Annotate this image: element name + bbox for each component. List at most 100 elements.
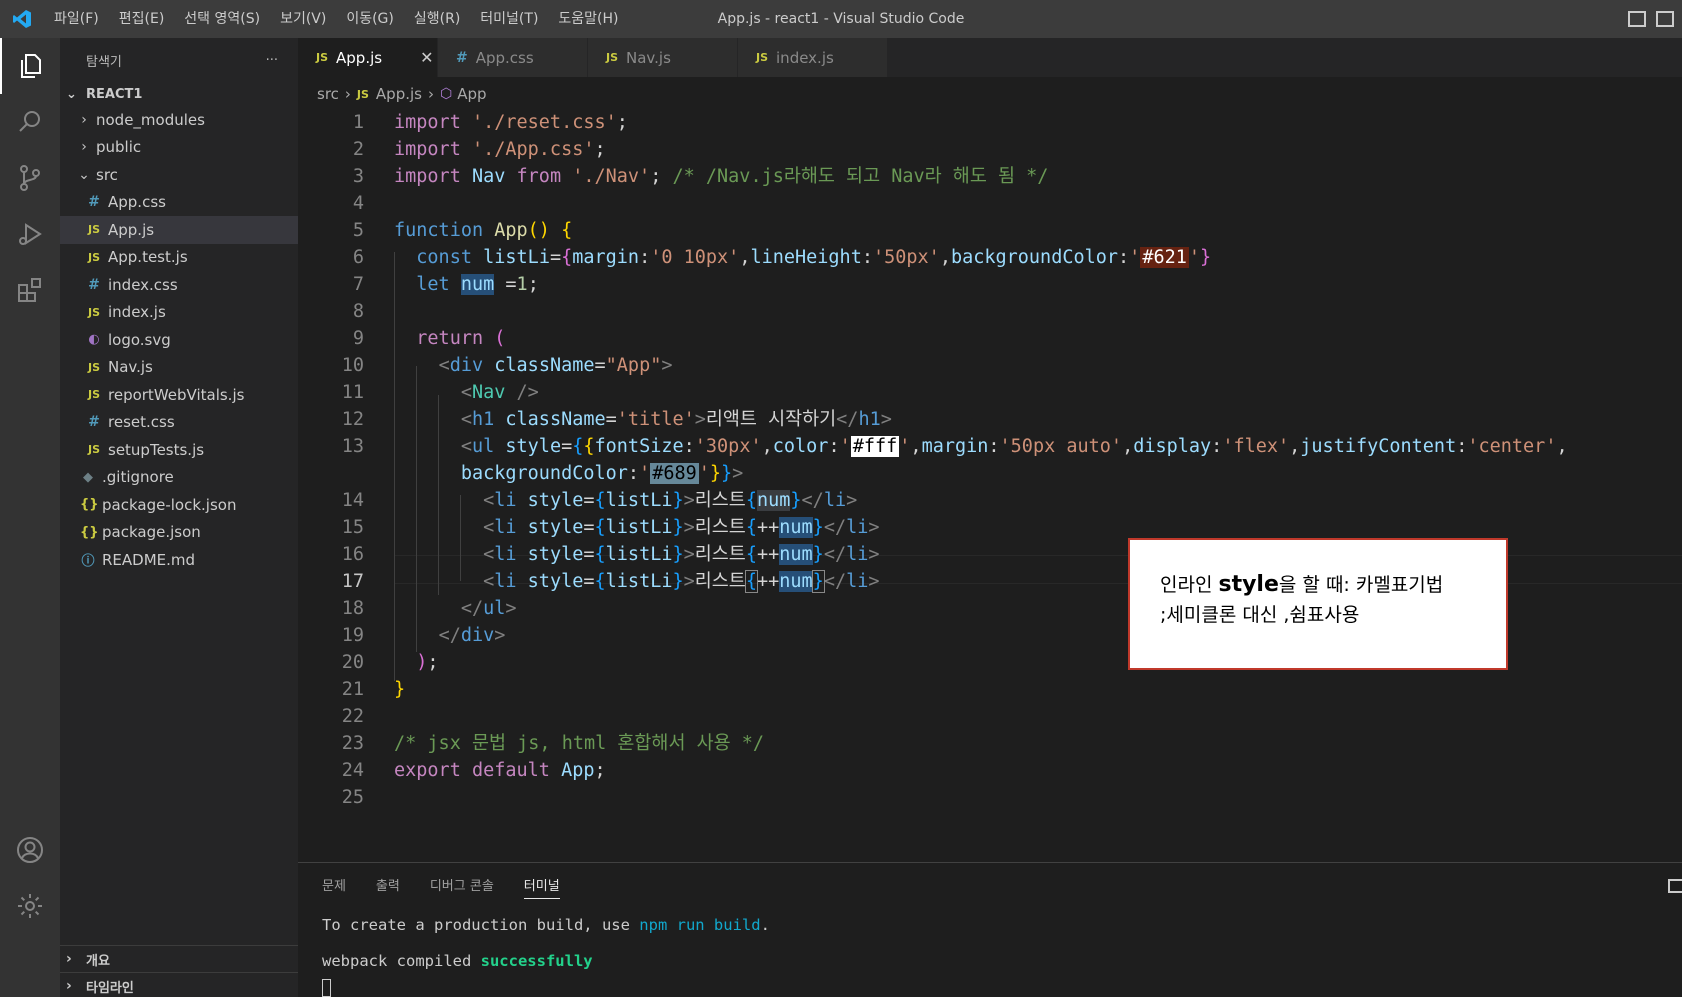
tab-app-css[interactable]: # App.css <box>438 38 588 77</box>
tree-file[interactable]: # reset.css <box>60 409 298 437</box>
timeline-section[interactable]: › 타임라인 <box>60 972 298 997</box>
files-icon[interactable] <box>0 38 60 94</box>
extensions-icon[interactable] <box>0 262 60 318</box>
js-file-icon: JS <box>87 250 100 264</box>
tree-item-label: src <box>96 165 118 184</box>
line-number: 19 <box>341 625 364 646</box>
tab-terminal[interactable]: 터미널 <box>523 875 560 899</box>
tree-item-label: public <box>96 138 142 157</box>
tree-item-label: App.js <box>108 220 155 239</box>
line-number: 16 <box>341 544 364 565</box>
code-line: <h1 className='title'>리액트 시작하기</h1> <box>460 409 892 430</box>
menu-terminal[interactable]: 터미널(T) <box>470 0 548 38</box>
chevron-down-icon: ⌄ <box>66 86 77 102</box>
title-bar: 파일(F) 편집(E) 선택 영역(S) 보기(V) 이동(G) 실행(R) 터… <box>0 0 1682 38</box>
css-file-icon: # <box>88 194 100 211</box>
code-line: ); <box>416 652 439 673</box>
code-line: return ( <box>416 328 506 349</box>
tree-file[interactable]: JS index.js <box>60 299 298 327</box>
line-number: 23 <box>341 733 364 754</box>
css-file-icon: # <box>88 414 100 431</box>
tab-output[interactable]: 출력 <box>376 875 400 894</box>
source-control-icon[interactable] <box>0 150 60 206</box>
more-actions-icon[interactable]: ··· <box>266 53 278 68</box>
tree-folder[interactable]: ⌄ src <box>60 161 298 189</box>
js-file-icon: JS <box>87 443 100 457</box>
code-line: backgroundColor:' #689 '}}> <box>460 463 744 484</box>
tree-file[interactable]: ◐ logo.svg <box>60 326 298 354</box>
tree-file[interactable]: JS App.js <box>60 216 298 244</box>
note-line-1: 인라인 style을 할 때: 카멜표기법 <box>1160 572 1444 597</box>
account-icon[interactable] <box>0 822 60 878</box>
breadcrumb-folder[interactable]: src <box>317 85 339 103</box>
tree-folder[interactable]: › node_modules <box>60 106 298 134</box>
tab-problems[interactable]: 문제 <box>322 875 346 894</box>
search-icon[interactable] <box>0 94 60 150</box>
js-file-icon: JS <box>87 223 100 237</box>
breadcrumb-file[interactable]: App.js <box>376 85 422 103</box>
tab-label: Nav.js <box>626 48 671 67</box>
menu-run[interactable]: 실행(R) <box>404 0 470 38</box>
tab-debug-console[interactable]: 디버그 콘솔 <box>430 875 494 894</box>
code-line: /* jsx 문법 js, html 혼합해서 사용 */ <box>394 733 765 754</box>
line-number: 9 <box>352 328 364 349</box>
line-number: 1 <box>352 112 364 133</box>
explorer-sidebar: 탐색기 ··· ⌄ REACT1 › node_modules › public ⌄ sr… <box>60 38 298 997</box>
js-file-icon: JS <box>756 51 769 64</box>
tree-file[interactable]: JS App.test.js <box>60 244 298 272</box>
tree-item-label: App.css <box>108 193 166 212</box>
menu-help[interactable]: 도움말(H) <box>548 0 628 38</box>
tree-file[interactable]: # index.css <box>60 271 298 299</box>
svg-file-icon: ◐ <box>88 332 100 348</box>
tree-file[interactable]: {} package-lock.json <box>60 491 298 519</box>
settings-gear-icon[interactable] <box>0 878 60 934</box>
tree-folder[interactable]: › public <box>60 134 298 162</box>
panel-layout-icon[interactable] <box>1668 879 1682 893</box>
tree-file[interactable]: # App.css <box>60 189 298 217</box>
tab-app-js[interactable]: JS App.js ✕ <box>298 38 438 77</box>
tab-label: App.css <box>475 48 534 67</box>
line-number: 15 <box>341 517 364 538</box>
json-file-icon: {} <box>80 524 99 540</box>
line-number: 25 <box>341 787 364 808</box>
css-file-icon: # <box>456 49 468 66</box>
project-folder-header[interactable]: ⌄ REACT1 <box>60 82 298 106</box>
run-debug-icon[interactable] <box>0 206 60 262</box>
tree-file[interactable]: {} package.json <box>60 519 298 547</box>
terminal-output[interactable]: To create a production build, use npm ru… <box>298 905 1682 997</box>
tab-nav-js[interactable]: JS Nav.js <box>588 38 738 77</box>
css-file-icon: # <box>88 276 100 293</box>
js-file-icon: JS <box>606 51 619 64</box>
tree-file[interactable]: JS setupTests.js <box>60 436 298 464</box>
menu-selection[interactable]: 선택 영역(S) <box>174 0 270 38</box>
js-file-icon: JS <box>356 87 369 101</box>
menu-edit[interactable]: 편집(E) <box>109 0 175 38</box>
tree-file[interactable]: JS Nav.js <box>60 354 298 382</box>
code-line: <Nav /> <box>460 382 539 403</box>
code-line: <li style={listLi}>리스트{++num}</li> <box>483 517 880 538</box>
tree-file[interactable]: ◆ .gitignore <box>60 464 298 492</box>
toggle-sidebar-icon[interactable] <box>1628 11 1646 27</box>
tree-item-label: index.css <box>108 275 178 294</box>
js-file-icon: JS <box>87 305 100 319</box>
tree-file[interactable]: ⓘ README.md <box>60 546 298 574</box>
close-icon[interactable]: ✕ <box>420 48 433 67</box>
js-file-icon: JS <box>87 360 100 374</box>
tab-index-js[interactable]: JS index.js <box>738 38 888 77</box>
code-editor[interactable]: import './reset.css'; import './App.css'… <box>298 109 1682 862</box>
tree-file[interactable]: JS reportWebVitals.js <box>60 381 298 409</box>
breadcrumb-symbol[interactable]: App <box>457 85 486 103</box>
outline-section[interactable]: › 개요 <box>60 945 298 972</box>
tree-item-label: App.test.js <box>108 248 188 267</box>
chevron-down-icon: ⌄ <box>78 166 90 183</box>
cube-symbol-icon: ⬡ <box>439 86 453 102</box>
tab-label: index.js <box>776 48 834 67</box>
line-number: 7 <box>352 274 364 295</box>
code-line: export default App; <box>394 760 606 781</box>
vscode-logo-icon <box>0 0 44 38</box>
code-line: </div> <box>438 625 506 646</box>
toggle-panel-icon[interactable] <box>1656 11 1674 27</box>
menu-go[interactable]: 이동(G) <box>336 0 404 38</box>
menu-file[interactable]: 파일(F) <box>44 0 109 38</box>
menu-view[interactable]: 보기(V) <box>270 0 336 38</box>
